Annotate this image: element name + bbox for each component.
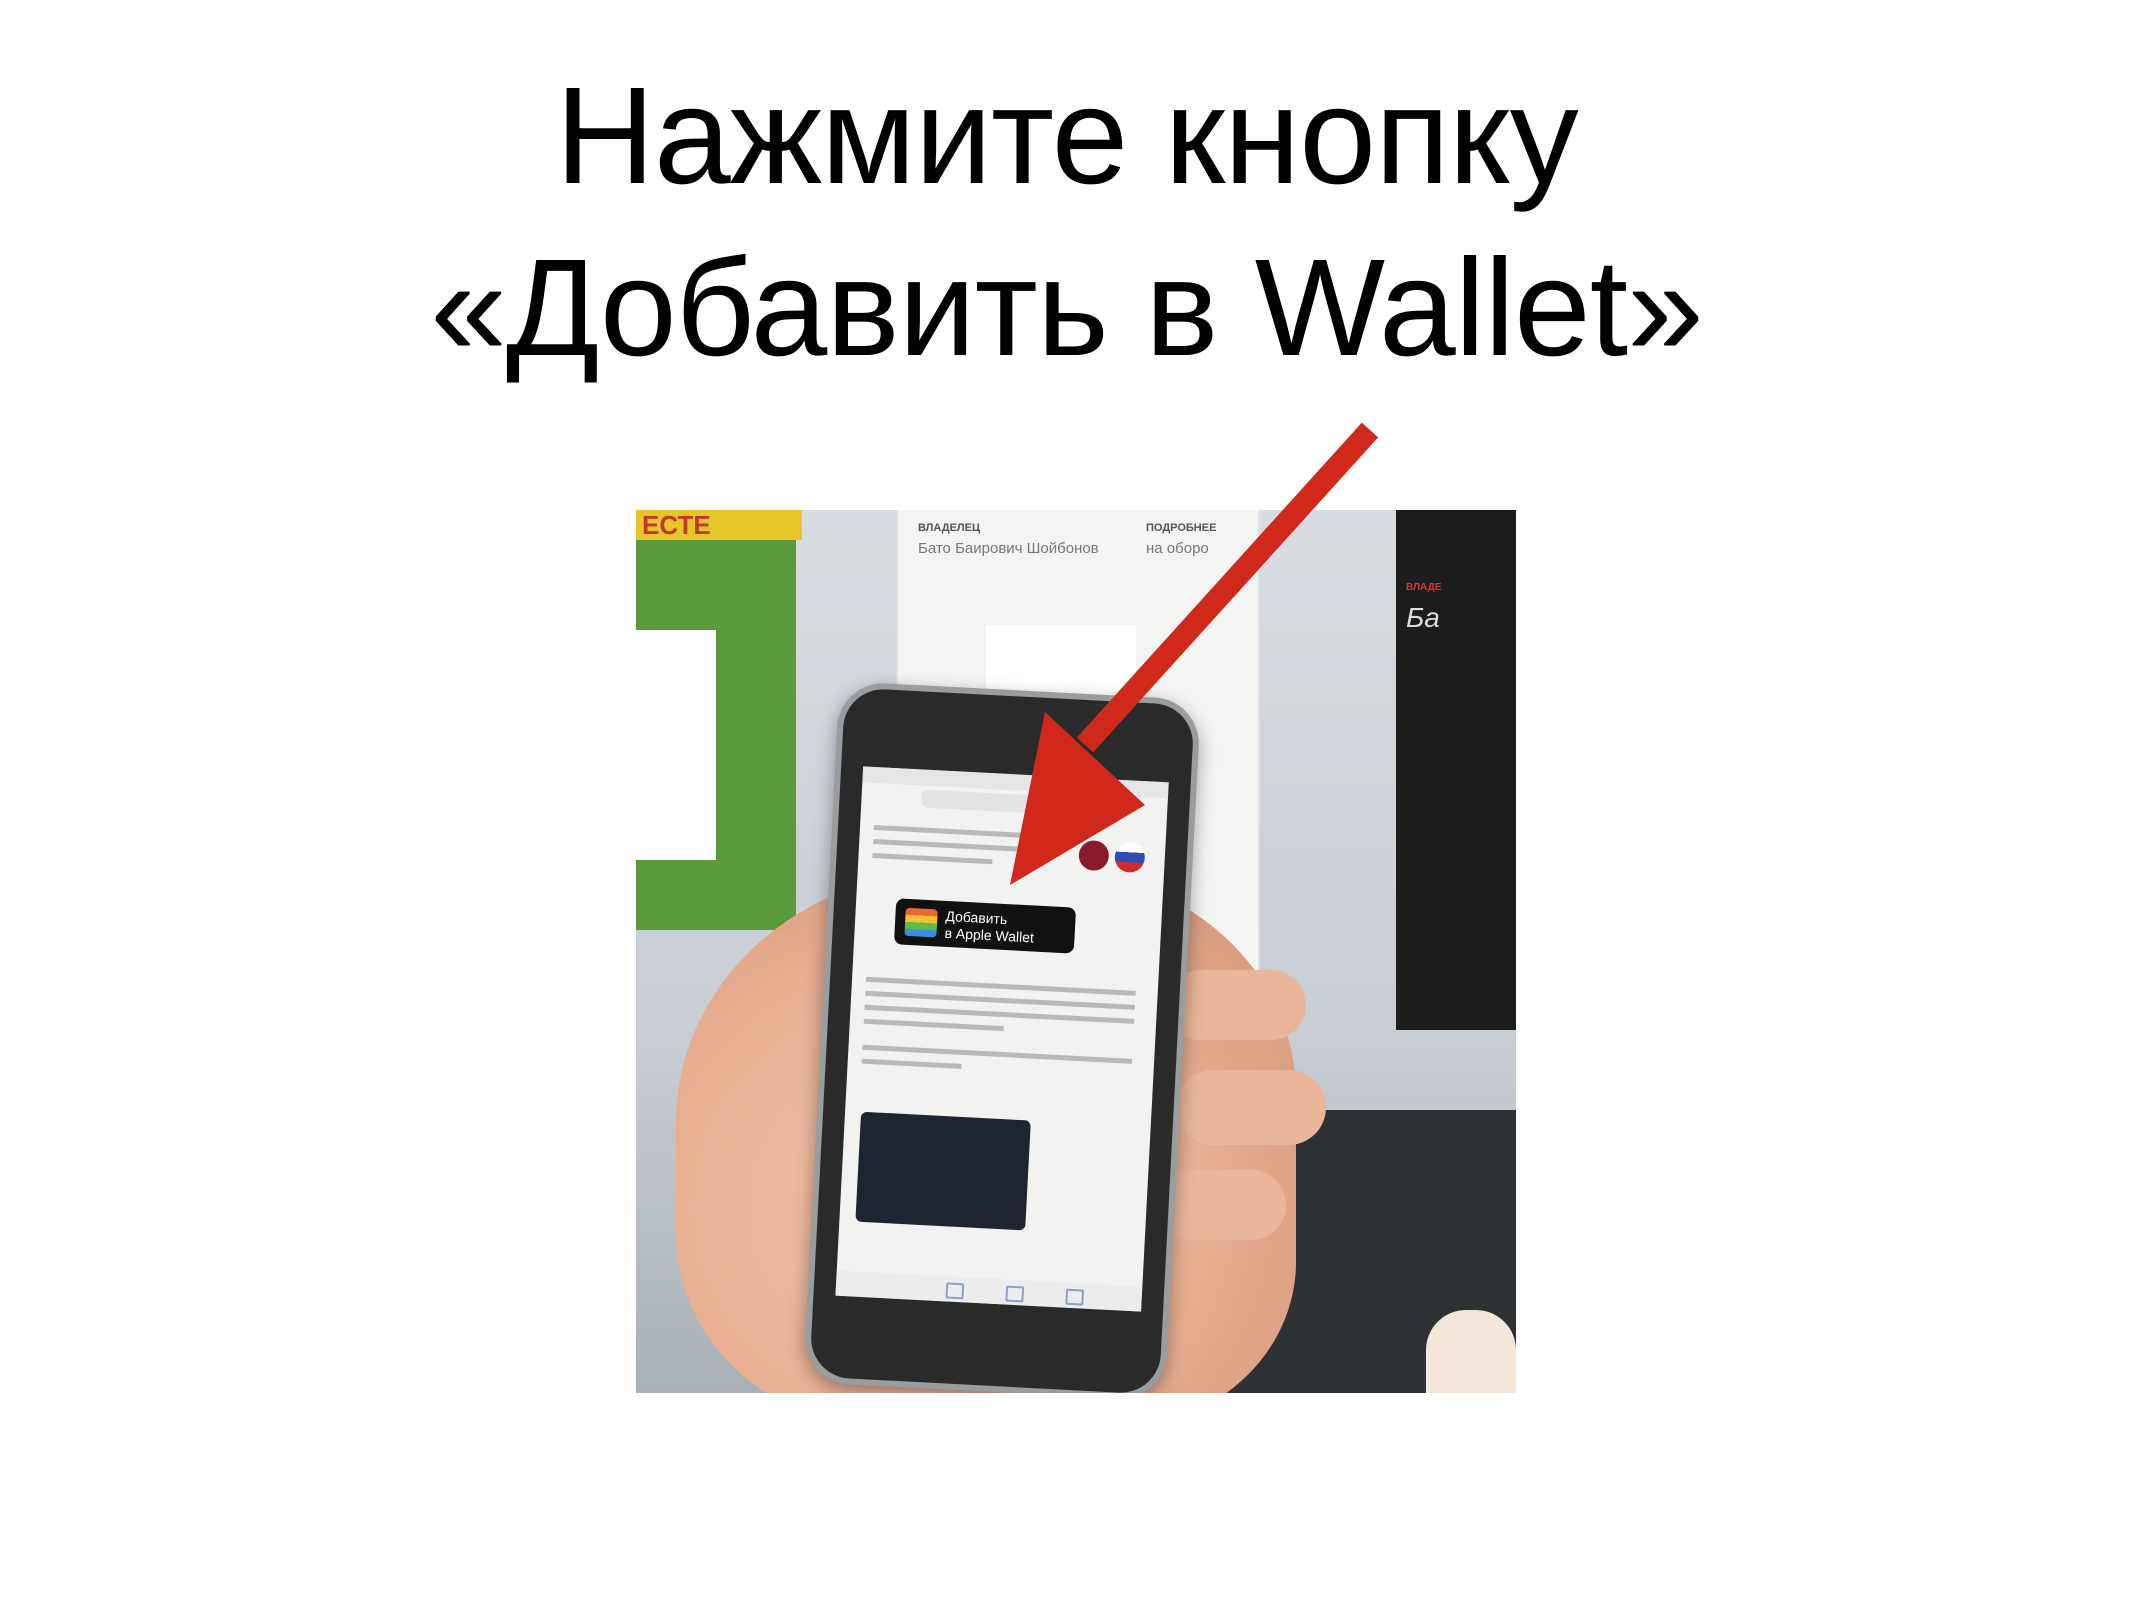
text-line: [873, 838, 1024, 852]
finger: [1176, 1070, 1326, 1145]
ru-flag-icon: [1114, 841, 1146, 874]
slide: Нажмите кнопку «Добавить в Wallet» ЕСТЕ …: [0, 0, 2133, 1600]
phone-toolbar: [835, 1270, 1143, 1312]
uk-flag-icon: [1078, 839, 1110, 872]
details-label: ПОДРОБНЕЕ: [1146, 522, 1217, 534]
slide-title: Нажмите кнопку «Добавить в Wallet»: [0, 50, 2133, 394]
owner-value: Бато Баирович Шойбонов: [918, 540, 1099, 557]
left-screen: ЕСТЕ: [636, 510, 802, 930]
title-line-1: Нажмите кнопку: [555, 59, 1578, 213]
right-owner-value: Ба: [1406, 602, 1440, 633]
wallet-icon: [904, 907, 938, 938]
share-icon[interactable]: [945, 1282, 965, 1300]
bookmarks-icon[interactable]: [1005, 1285, 1025, 1303]
phone: Добавить в Apple Wallet: [802, 681, 1202, 1393]
finger: [1166, 970, 1306, 1040]
add-to-wallet-button[interactable]: Добавить в Apple Wallet: [893, 898, 1077, 954]
example-screenshot: [855, 1111, 1031, 1231]
phone-photo: ЕСТЕ ВЛАДЕЛЕЦ Бато Баирович Шойбонов ПОД…: [636, 510, 1516, 1393]
title-line-2: «Добавить в Wallet»: [430, 231, 1704, 385]
phone-screen: Добавить в Apple Wallet: [835, 766, 1169, 1312]
owner-label: ВЛАДЕЛЕЦ: [918, 522, 981, 534]
right-owner-label: ВЛАДЕ: [1406, 582, 1442, 593]
text-line: [863, 1018, 1004, 1032]
cup: [1426, 1310, 1516, 1393]
text-line: [873, 825, 1024, 838]
left-screen-header: ЕСТЕ: [636, 510, 802, 540]
wallet-button-line2: в Apple Wallet: [944, 924, 1035, 946]
details-value: на оборо: [1146, 540, 1209, 557]
right-card: ВЛАДЕ Ба: [1396, 510, 1516, 1030]
text-line: [861, 1058, 962, 1069]
wallet-button-text: Добавить в Apple Wallet: [944, 908, 1035, 947]
tabs-icon[interactable]: [1065, 1288, 1085, 1306]
text-line: [872, 852, 993, 865]
left-qr-code: [636, 630, 716, 860]
